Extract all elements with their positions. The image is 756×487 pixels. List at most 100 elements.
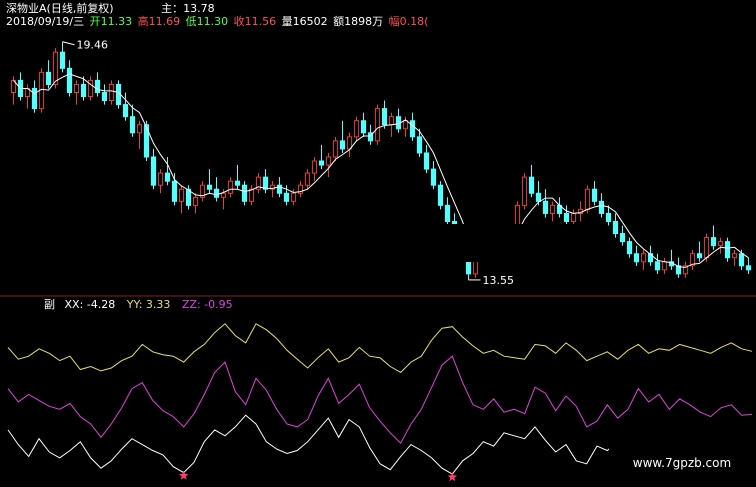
candle-body [262,176,269,190]
candle-body [626,241,633,255]
candle-body [353,120,360,138]
candle-body [612,220,619,235]
high-label: 高11.69 [137,15,181,28]
candle-body [192,196,199,206]
redaction-block-top-right [428,0,756,112]
candle-body [332,140,339,158]
candle-body [661,261,668,271]
candle-body [584,188,591,210]
candle-body [745,265,752,271]
candle-body [234,180,241,186]
candle-body [528,176,535,194]
watermark-text: www.7gpzb.com [632,456,732,470]
candle-body [360,120,367,134]
high-pointer-line [62,41,75,46]
candle-body [213,188,220,198]
candle-body [619,233,626,243]
candle-body [248,188,255,202]
candle-body [738,253,745,267]
candle-body [563,212,570,222]
candle-body [122,104,129,118]
candle-body [591,188,598,202]
candle-body [724,241,731,259]
close-label: 收11.56 [233,15,277,28]
candle-body [129,116,136,134]
candle-body [423,152,430,170]
candle-body [521,176,528,206]
candle-body [206,184,213,190]
candle-body [731,253,738,259]
candle-body [696,253,703,259]
candle-body [430,168,437,186]
redaction-block-title [118,0,154,14]
low-label: 低11.30 [185,15,229,28]
low-annotation-label: 13.55 [483,274,515,287]
chart-title: 深物业A(日线,前复权) [6,2,114,15]
candle-body [549,204,556,214]
yy-label: YY: 3.33 [126,298,171,311]
candle-body [374,108,381,142]
candle-body [227,180,234,194]
candle-body [31,87,38,110]
candle-body [409,120,416,138]
candle-body [136,124,143,134]
candle-body [171,180,178,202]
candle-body [290,192,297,202]
header-row-1: 深物业A(日线,前复权) 主：13.78 [6,2,215,15]
candle-body [325,156,332,166]
candle-body [710,237,717,247]
candle-body [444,204,451,222]
candle-body [108,83,115,102]
zz-label: ZZ: -0.95 [181,298,233,311]
candle-body [73,83,80,93]
open-label: 开11.33 [89,15,133,28]
signal-star-icon [447,472,458,482]
candle-body [157,172,164,186]
candle-body [59,51,66,69]
candle-body [542,200,549,214]
candle-body [45,71,52,85]
kline-screen: 19.46 13.55 深物业A(日线,前复权) 主：13.78 2018/09/… [0,0,756,487]
candle-body [339,140,346,150]
sub-header: 副 XX: -4.28 YY: 3.33 ZZ: -0.95 [44,298,233,311]
candle-body [717,241,724,247]
candle-body [388,116,395,126]
candle-body [640,253,647,263]
date-label: 2018/09/19/三 [6,15,85,28]
candle-body [654,261,661,271]
high-annotation-label: 19.46 [77,39,109,52]
candle-body [605,212,612,222]
series-yy-line [7,323,753,374]
amount-label: 额1898万 [333,15,384,28]
candle-body [304,172,311,186]
candle-body [220,192,227,198]
candle-body [703,237,710,259]
candle-body [283,192,290,202]
candle-body [570,212,577,222]
header-row-2: 2018/09/19/三 开11.33 高11.69 低11.30 收11.56… [6,15,468,28]
xx-label: XX: -4.28 [64,298,116,311]
main-indicator-label: 主：13.78 [161,2,215,15]
candle-body [598,200,605,214]
volume-label: 量16502 [281,15,328,28]
redaction-block-sub [3,297,39,310]
candle-body [80,83,87,98]
signal-star-icon [178,470,189,480]
candle-body [381,108,388,126]
candle-body [416,136,423,154]
candle-body [318,160,325,166]
sub-tag: 副 [44,298,55,311]
candle-body [185,188,192,206]
candle-body [66,67,73,93]
candle-body [311,160,318,174]
candle-body [535,192,542,202]
candle-body [437,184,444,206]
candle-body [52,51,59,85]
candle-body [101,91,108,102]
candle-body [402,120,409,130]
series-zz-line [7,355,753,445]
candle-body [164,172,171,182]
candle-body [241,184,248,202]
candle-body [150,156,157,186]
candle-body [94,79,101,93]
